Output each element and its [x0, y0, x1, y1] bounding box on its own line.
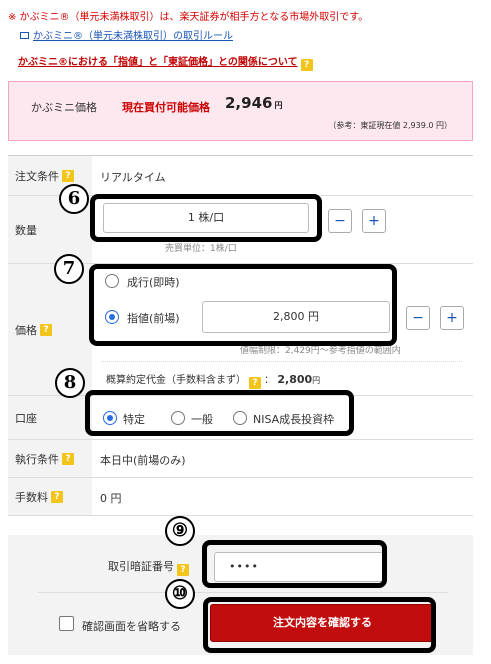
price-relation-help-link[interactable]: かぶミニ®における「指値」と「東証価格」との関係について?	[18, 53, 313, 71]
help-icon: ?	[177, 564, 189, 576]
callout-7: 7	[54, 254, 84, 284]
price-panel: かぶミニ価格 現在買付可能価格 2,946 円 （参考：東証現在値 2,939.0…	[8, 81, 473, 141]
rule-link[interactable]: かぶミニ®（単元未満株取引）の取引ルール	[20, 27, 233, 42]
pin-input[interactable]: ••••	[214, 552, 384, 582]
account-nisa-label: NISA成長投資枠	[253, 413, 335, 426]
callout-10: ⑩	[165, 579, 195, 609]
fee-row: 手数料? 0 円	[8, 478, 473, 516]
help-link-label: かぶミニ®における「指値」と「東証価格」との関係について	[18, 57, 298, 68]
callout-9: ⑨	[165, 516, 195, 546]
quantity-decrement-button[interactable]: −	[328, 209, 352, 233]
account-ippan-radio[interactable]	[171, 411, 185, 425]
price-increment-button[interactable]: +	[440, 306, 464, 330]
market-order-label: 成行(即時)	[127, 276, 180, 289]
help-icon[interactable]: ?	[62, 169, 74, 182]
confirm-panel: 取引暗証番号? •••• 確認画面を省略する 注文内容を確認する	[8, 535, 473, 655]
execution-row: 執行条件? 本日中(前場のみ)	[8, 440, 473, 478]
account-tokutei-radio[interactable]	[103, 411, 117, 425]
market-order-radio[interactable]	[105, 274, 119, 288]
execution-label: 執行条件?	[8, 440, 92, 477]
limit-order-label: 指値(前場)	[127, 312, 180, 325]
skip-confirm-label: 確認画面を省略する	[82, 620, 181, 633]
execution-value: 本日中(前場のみ)	[100, 454, 186, 467]
fee-label: 手数料?	[8, 478, 92, 515]
help-icon: ?	[249, 377, 261, 389]
fee-value: 0 円	[100, 492, 122, 505]
quantity-increment-button[interactable]: +	[362, 209, 386, 233]
callout-8: 8	[55, 368, 85, 398]
estimated-amount: 概算約定代金（手数料含まず）? ： 2,800円	[106, 373, 321, 389]
pin-label: 取引暗証番号?	[108, 558, 189, 576]
confirm-order-button[interactable]: 注文内容を確認する	[210, 604, 435, 642]
buyable-price-value: 2,946 円	[225, 94, 283, 112]
account-row: 口座 特定 一般 NISA成長投資枠	[8, 396, 473, 440]
help-icon[interactable]: ?	[40, 323, 52, 336]
kabumini-price-label: かぶミニ価格	[31, 101, 97, 114]
quantity-input[interactable]: 1 株/口	[103, 203, 309, 233]
account-tokutei-label: 特定	[123, 413, 145, 426]
skip-confirm-checkbox[interactable]	[59, 616, 74, 631]
reference-price: （参考：東証現在値 2,939.0 円）	[328, 121, 452, 130]
callout-6: 6	[59, 184, 89, 214]
help-icon[interactable]: ?	[62, 452, 74, 465]
external-link-icon	[20, 32, 29, 39]
limit-order-radio[interactable]	[105, 310, 119, 324]
limit-price-input[interactable]: 2,800 円	[202, 301, 390, 333]
account-nisa-radio[interactable]	[233, 411, 247, 425]
help-icon: ?	[300, 59, 313, 71]
price-range-note: 値幅制限：2,429円～参考指値の範囲内	[240, 346, 401, 356]
trade-unit-note: 売買単位：1株/口	[165, 244, 237, 254]
condition-value: リアルタイム	[100, 171, 166, 184]
notice-text: ※ かぶミニ®（単元未満株取引）は、楽天証券が相手方となる市場外取引です。	[8, 12, 369, 23]
account-label: 口座	[8, 396, 92, 439]
buyable-price-caption: 現在買付可能価格	[122, 101, 210, 114]
divider	[38, 592, 448, 593]
help-icon[interactable]: ?	[51, 490, 63, 503]
price-decrement-button[interactable]: −	[406, 306, 430, 330]
account-ippan-label: 一般	[191, 413, 213, 426]
rule-link-label: かぶミニ®（単元未満株取引）の取引ルール	[33, 31, 233, 42]
